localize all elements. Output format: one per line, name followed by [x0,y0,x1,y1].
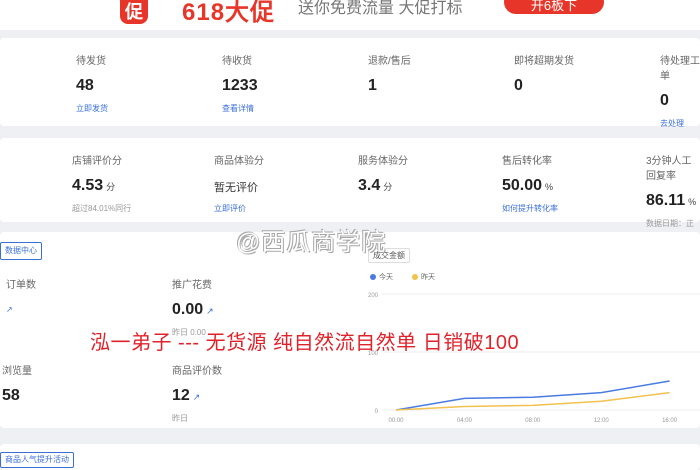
metric-label: 服务体验分 [358,156,408,167]
metric-refund[interactable]: 退款/售后 1 [368,52,411,95]
legend-yesterday[interactable]: 昨天 [412,272,435,282]
metric-page-views[interactable]: 浏览量 58 [2,362,32,405]
series-line-yesterday [395,391,670,411]
metric-review-count[interactable]: 商品评价数 12 ↗ 昨日 [172,362,222,424]
metric-pending-shipment[interactable]: 待发货 48 立即发货 [76,52,108,114]
metric-label: 商品评价数 [172,366,222,377]
metric-label: 3分钟人工回复率 [646,156,692,182]
metric-value: 4.53 分 [72,177,116,194]
metric-reply-rate[interactable]: 3分钟人工回复率 86.11% 数据日期：正 [646,152,700,229]
promo-banner[interactable]: 促 618大促 送你免费流量 大促打标 开6板下 [0,0,700,30]
x-tick-label: 12:00 [594,418,610,424]
promo-badge: 促 [120,0,148,24]
metric-store-rating[interactable]: 店铺评价分 4.53 分 超过84.01%同行 [72,152,131,214]
x-tick-label: 04:00 [457,418,473,424]
metric-value: 0 [514,77,523,94]
metric-link[interactable]: 去处理 [660,118,700,129]
metric-label: 浏览量 [2,366,32,377]
metric-conversion-rate[interactable]: 售后转化率 50.00% 如何提升转化率 [502,152,558,214]
metric-overdue[interactable]: 即将超期发货 0 [514,52,574,95]
metric-product-experience[interactable]: 商品体验分 暂无评价 立即评价 [214,152,264,214]
metric-pending-receipt[interactable]: 待收货 1233 查看详情 [222,52,258,114]
promo-tagline: 送你免费流量 大促打标 [298,0,463,17]
metric-value: 48 [76,77,94,94]
metric-link[interactable]: 如何提升转化率 [502,203,558,214]
metric-link[interactable]: 立即发货 [76,103,108,114]
order-status-card: 待发货 48 立即发货 待收货 1233 查看详情 退款/售后 1 即将超期发货… [0,38,700,129]
trend-icon: ↗ [6,305,13,314]
promo-cta-button[interactable]: 开6板下 [504,0,604,14]
promo-title: 618大促 [182,0,276,26]
metric-label: 待处理工单 [660,56,700,82]
metric-value: 暂无评价 [214,182,258,194]
activity-chip[interactable]: 商品人气提升活动 [0,452,74,468]
metric-label: 待收货 [222,56,252,67]
x-tick-label: 08:00 [525,418,541,424]
legend-dot [412,274,418,281]
y-tick-label: 200 [368,293,379,299]
metric-service-experience[interactable]: 服务体验分 3.4 分 [358,152,408,195]
legend-today[interactable]: 今天 [370,272,393,282]
metric-label: 待发货 [76,56,106,67]
metric-label: 即将超期发货 [514,56,574,67]
metric-label: 售后转化率 [502,156,552,167]
trend-icon: ↗ [206,306,214,316]
metric-orders[interactable]: 订单数 ↗ [6,276,36,314]
metric-value: 50.00% [502,177,554,194]
promo-activity-card: 商品人气提升活动 [0,444,700,470]
metric-value: 1 [368,77,377,94]
metric-link[interactable]: 查看详情 [222,103,258,114]
metric-link[interactable]: 立即评价 [214,203,264,214]
metric-value: 1233 [222,77,258,94]
metric-label: 商品体验分 [214,156,264,167]
metric-label: 退款/售后 [368,56,411,67]
metric-label: 订单数 [6,280,36,291]
y-tick-label: 0 [375,409,379,415]
metric-sub: 超过84.01%同行 [72,204,132,213]
sales-line-chart: 010020000:00 04:00 08:00 12:00 16:00 [368,293,700,424]
x-tick-label: 16:00 [662,418,678,424]
metric-value: 12 ↗ [172,387,201,404]
metric-value: 0 [660,92,669,109]
overlay-caption: 泓一弟子 --- 无货源 纯自然流自然单 日销破100 [90,332,520,354]
metric-value: 58 [2,387,20,404]
trend-icon: ↗ [192,392,201,402]
legend-dot [370,274,376,281]
x-tick-label: 00:00 [388,418,404,424]
metric-value: 3.4 分 [358,177,393,194]
metric-value: 0.00 ↗ [172,301,214,318]
watermark: @西瓜商学院 [236,229,387,256]
metric-label: 店铺评价分 [72,156,122,167]
metric-sub: 数据日期：正 [646,219,694,228]
metric-label: 推广花费 [172,280,212,291]
data-center-chip[interactable]: 数据中心 [0,242,42,260]
metric-value: 86.11% [646,192,697,209]
metric-tickets[interactable]: 待处理工单 0 去处理 [660,52,700,129]
service-score-card: 店铺评价分 4.53 分 超过84.01%同行 商品体验分 暂无评价 立即评价 服… [0,138,700,228]
metric-sub: 昨日 [172,414,188,423]
